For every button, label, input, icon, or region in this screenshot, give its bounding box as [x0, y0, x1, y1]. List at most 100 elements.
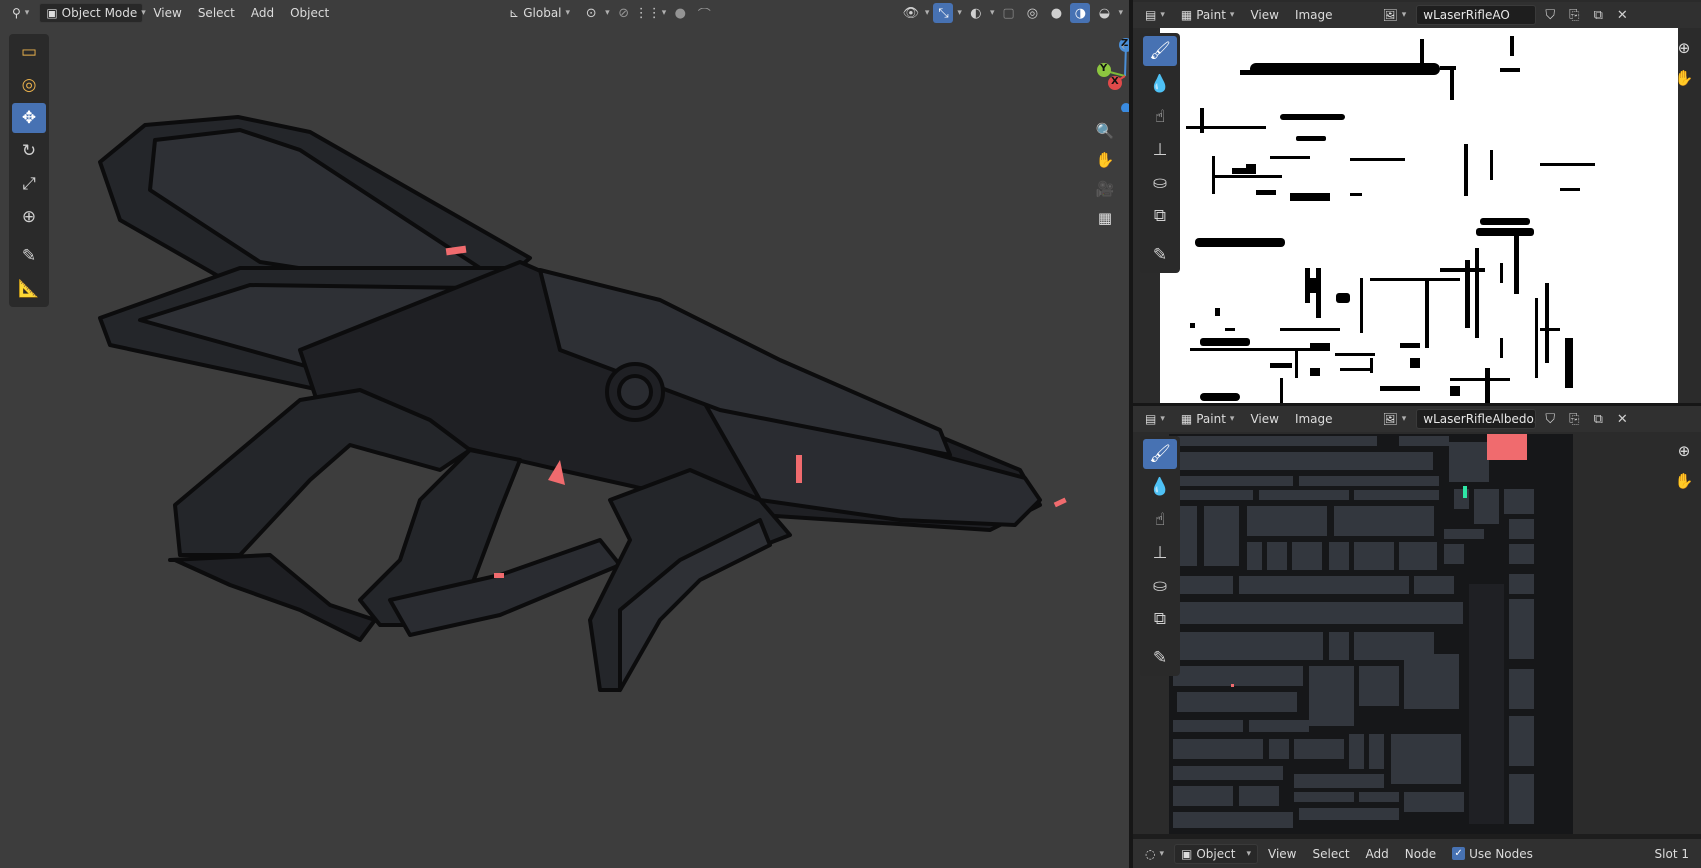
mask-icon: ⧉ [1153, 206, 1167, 226]
sidebar-toggle-icon[interactable]: ‹ [1121, 40, 1125, 53]
albedo-green-patch [1463, 486, 1467, 498]
stamp-icon: ⊥ [1152, 140, 1168, 160]
editor-type-button[interactable]: ◌ ▾ [1139, 844, 1170, 864]
scope-inner [617, 374, 653, 410]
gizmo-x-label: X [1111, 76, 1119, 87]
drop-icon: 💧 [1149, 74, 1171, 94]
accent-light [1053, 497, 1067, 508]
checkbox-icon: ✓ [1452, 847, 1466, 860]
image-editor-ao[interactable]: ▤ ▾ ▦ Paint ▾ View Image 🖼 ▾ wLaserRifleAO ⛉… [1133, 0, 1701, 403]
paint-mode-icon: ▦ [1180, 412, 1193, 426]
grid-icon: ▦ [1097, 209, 1113, 227]
fill-tool[interactable]: ⛀ [1143, 571, 1177, 601]
chevron-down-icon: ▾ [1159, 848, 1165, 859]
draw-tool[interactable]: 🖌 [1143, 36, 1177, 66]
open-image-icon[interactable]: ⧉ [1588, 5, 1608, 25]
chevron-down-icon: ▾ [1401, 10, 1407, 20]
pan-button[interactable]: ✋ [1092, 147, 1118, 173]
shader-type-select[interactable]: ▣ Object ▾ [1174, 843, 1259, 864]
viewport-3d[interactable]: ⚲ ▾ ▣ Object Mode ▾ View Select Add Objec… [0, 0, 1167, 868]
menu-node[interactable]: Node [1399, 844, 1442, 864]
chevron-down-icon: ▾ [1401, 414, 1407, 424]
fill-tool[interactable]: ⛀ [1143, 168, 1177, 198]
menu-view[interactable]: View [1262, 844, 1302, 864]
bucket-icon: ⛀ [1152, 173, 1168, 193]
zoom-button[interactable]: ⊕ [1671, 438, 1697, 464]
soften-tool[interactable]: 💧 [1143, 69, 1177, 99]
gizmo-y-label: Y [1100, 63, 1108, 74]
camera-button[interactable]: 🎥 [1092, 176, 1118, 202]
clone-tool[interactable]: ⊥ [1143, 538, 1177, 568]
close-icon[interactable]: ✕ [1612, 409, 1632, 429]
image-browse-button[interactable]: 🖼 ▾ [1377, 409, 1413, 429]
slot-select[interactable]: Slot 1 [1649, 844, 1695, 864]
stamp-icon: ⊥ [1152, 543, 1168, 563]
zoom-icon: ⊕ [1677, 442, 1691, 460]
finger-icon: ☝ [1154, 107, 1166, 127]
annotate-tool[interactable]: ✎ [1143, 240, 1177, 270]
menu-view[interactable]: View [1244, 5, 1284, 25]
image-name-field[interactable]: wLaserRifleAO [1416, 5, 1537, 25]
brush-icon: 🖌 [1149, 41, 1171, 61]
image-editor-header: ▤ ▾ ▦ Paint ▾ View Image 🖼 ▾ wLaserRifleAlbe… [1133, 406, 1701, 432]
perspective-button[interactable]: ▦ [1092, 205, 1118, 231]
clone-tool[interactable]: ⊥ [1143, 135, 1177, 165]
mask-tool[interactable]: ⧉ [1143, 604, 1177, 634]
chevron-down-icon: ▾ [1246, 848, 1252, 859]
image-name-field[interactable]: wLaserRifleAlbedo... [1416, 409, 1537, 429]
smear-tool[interactable]: ☝ [1143, 505, 1177, 535]
pan-button[interactable]: ✋ [1671, 468, 1697, 494]
menu-select[interactable]: Select [1307, 844, 1356, 864]
ao-texture[interactable] [1160, 28, 1678, 403]
fake-user-icon[interactable]: ⛉ [1540, 5, 1560, 25]
paint-mode-label: Paint [1196, 412, 1226, 426]
draw-tool[interactable]: 🖌 [1143, 439, 1177, 469]
shader-type-label: Object [1196, 846, 1236, 861]
paint-toolbar-bottom: 🖌 💧 ☝ ⊥ ⛀ ⧉ ✎ [1140, 436, 1180, 676]
annotate-icon: ✎ [1152, 245, 1168, 265]
zoom-icon: 🔍 [1095, 122, 1115, 140]
hand-icon: ✋ [1674, 472, 1694, 490]
bucket-icon: ⛀ [1152, 576, 1168, 596]
close-icon[interactable]: ✕ [1612, 5, 1632, 25]
mask-tool[interactable]: ⧉ [1143, 201, 1177, 231]
image-editor-header: ▤ ▾ ▦ Paint ▾ View Image 🖼 ▾ wLaserRifleAO ⛉… [1133, 2, 1701, 28]
menu-image[interactable]: Image [1289, 409, 1339, 429]
hand-icon: ✋ [1674, 69, 1694, 87]
rifle-model[interactable] [0, 0, 1129, 868]
albedo-red-dot [1231, 684, 1234, 687]
open-image-icon[interactable]: ⧉ [1588, 409, 1608, 429]
menu-add[interactable]: Add [1360, 844, 1395, 864]
object-icon: ▣ [1181, 846, 1193, 861]
soften-tool[interactable]: 💧 [1143, 472, 1177, 502]
image-icon: 🖼 [1382, 8, 1398, 22]
editor-type-button[interactable]: ▤ ▾ [1139, 5, 1171, 25]
paint-mode-label: Paint [1196, 8, 1226, 22]
fake-user-icon[interactable]: ⛉ [1540, 409, 1560, 429]
paint-mode-select[interactable]: ▦ Paint ▾ [1175, 409, 1241, 429]
zoom-icon: ⊕ [1677, 39, 1691, 57]
use-nodes-toggle[interactable]: ✓ Use Nodes [1446, 844, 1539, 864]
albedo-red-patch [1487, 434, 1527, 460]
zoom-button[interactable]: 🔍 [1092, 118, 1118, 144]
stock-lower [168, 553, 377, 642]
menu-image[interactable]: Image [1289, 5, 1339, 25]
annotate-tool[interactable]: ✎ [1143, 643, 1177, 673]
zoom-button[interactable]: ⊕ [1671, 35, 1697, 61]
new-image-icon[interactable]: ⎘ [1564, 409, 1584, 429]
new-image-icon[interactable]: ⎘ [1564, 5, 1584, 25]
image-editor-albedo[interactable]: ▤ ▾ ▦ Paint ▾ View Image 🖼 ▾ wLaserRifleAlbe… [1133, 406, 1701, 834]
chevron-down-icon: ▾ [1229, 414, 1235, 424]
paint-mode-icon: ▦ [1180, 8, 1193, 22]
smear-tool[interactable]: ☝ [1143, 102, 1177, 132]
node-editor-header: ◌ ▾ ▣ Object ▾ View Select Add Node ✓ Use… [1133, 839, 1701, 868]
node-editor-icon: ◌ [1145, 846, 1156, 861]
paint-toolbar-top: 🖌 💧 ☝ ⊥ ⛀ ⧉ ✎ [1140, 33, 1180, 273]
image-icon: 🖼 [1382, 412, 1398, 426]
paint-mode-select[interactable]: ▦ Paint ▾ [1175, 5, 1241, 25]
editor-type-button[interactable]: ▤ ▾ [1139, 409, 1171, 429]
image-browse-button[interactable]: 🖼 ▾ [1377, 5, 1413, 25]
menu-view[interactable]: View [1244, 409, 1284, 429]
albedo-texture[interactable] [1169, 434, 1573, 834]
pan-button[interactable]: ✋ [1671, 65, 1697, 91]
